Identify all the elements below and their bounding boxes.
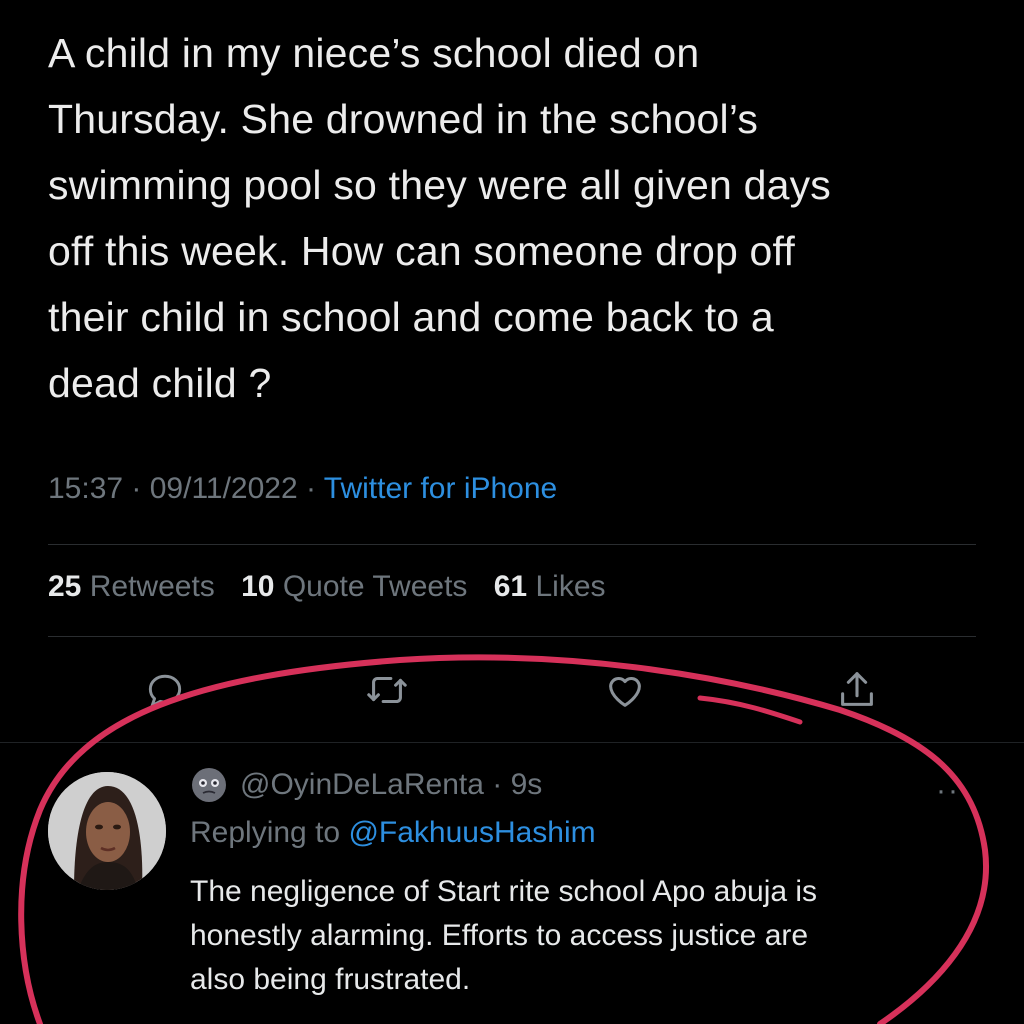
tweet-text-line: off this week. How can someone drop off: [48, 228, 795, 274]
retweet-button[interactable]: [362, 665, 412, 715]
meta-separator: ·: [123, 472, 150, 505]
quote-tweets-label: Quote Tweets: [282, 570, 468, 603]
tweet-stats: 25 Retweets 10 Quote Tweets 61 Likes: [48, 570, 624, 604]
tweet-actions-bar: [0, 665, 1024, 715]
reply-header: @OyinDeLaRenta · 9s: [190, 766, 542, 804]
likes-count: 61: [493, 570, 528, 603]
share-icon: [841, 672, 873, 706]
avatar[interactable]: [48, 772, 166, 890]
quote-tweets-stat[interactable]: 10 Quote Tweets: [241, 570, 467, 603]
retweets-count: 25: [48, 570, 82, 603]
reply-text: The negligence of Start rite school Apo …: [190, 870, 990, 1002]
tweet-date[interactable]: 09/11/2022: [150, 472, 298, 505]
likes-stat[interactable]: 61 Likes: [494, 570, 606, 603]
retweets-label: Retweets: [89, 570, 215, 603]
divider: [48, 544, 976, 545]
reply-text-line: honestly alarming. Efforts to access jus…: [190, 919, 809, 952]
tweet-text-line: swimming pool so they were all given day…: [48, 162, 831, 208]
emoji-icon: [190, 766, 228, 804]
reply-icon: [148, 674, 182, 708]
share-button[interactable]: [832, 665, 882, 715]
tweet-time[interactable]: 15:37: [48, 472, 123, 505]
meta-separator: ·: [297, 472, 324, 505]
tweet-text-line: A child in my niece’s school died on: [48, 30, 700, 76]
tweet-text-line: dead child ?: [48, 360, 272, 406]
tweet-text: A child in my niece’s school died on Thu…: [48, 20, 988, 416]
reply-handle[interactable]: @OyinDeLaRenta: [240, 768, 484, 802]
meta-separator: ·: [483, 768, 511, 801]
retweets-stat[interactable]: 25 Retweets: [48, 570, 215, 603]
profile-photo-icon: [48, 772, 166, 890]
replying-to-mention[interactable]: @FakhuusHashim: [348, 816, 595, 849]
more-options-icon[interactable]: ···: [936, 774, 972, 808]
divider: [48, 636, 976, 637]
tweet-detail-screen: A child in my niece’s school died on Thu…: [0, 0, 1024, 1024]
replying-to-label: Replying to: [190, 816, 341, 849]
tweet-timestamp: 15:37 · 09/11/2022 · Twitter for iPhone: [48, 472, 557, 506]
reply-text-line: The negligence of Start rite school Apo …: [190, 875, 818, 908]
tweet-text-line: Thursday. She drowned in the school’s: [48, 96, 759, 142]
replying-to: Replying to @FakhuusHashim: [190, 816, 596, 850]
reply-divider: [0, 742, 1024, 743]
retweet-icon: [367, 676, 407, 704]
like-icon: [609, 676, 641, 707]
reply-text-line: also being frustrated.: [190, 963, 471, 996]
likes-label: Likes: [535, 570, 606, 603]
reply-age: 9s: [510, 768, 543, 801]
quote-tweets-count: 10: [241, 570, 275, 603]
like-button[interactable]: [600, 665, 650, 715]
tweet-source-link[interactable]: Twitter for iPhone: [324, 472, 557, 505]
tweet-text-line: their child in school and come back to a: [48, 294, 774, 340]
reply-button[interactable]: [140, 665, 190, 715]
